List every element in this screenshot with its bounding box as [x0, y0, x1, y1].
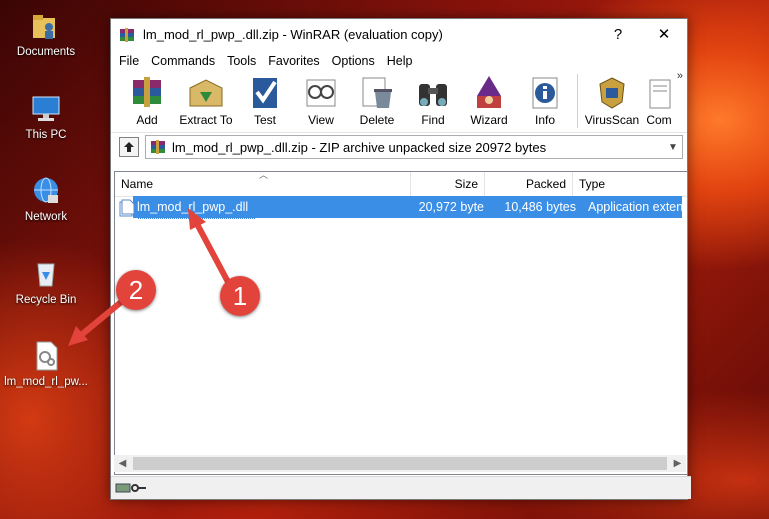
menu-tools[interactable]: Tools — [221, 50, 262, 72]
virusscan-icon — [592, 74, 632, 112]
menu-options[interactable]: Options — [326, 50, 381, 72]
view-icon — [301, 74, 341, 112]
find-button[interactable]: Find — [405, 72, 461, 127]
desktop-icon-this-pc[interactable]: This PC — [6, 93, 86, 141]
column-header-row: Name Size Packed Type — [115, 172, 687, 197]
file-name-label: lm_mod_rl_pwp_.dll — [137, 200, 249, 214]
up-one-level-button[interactable] — [119, 137, 139, 157]
extract-to-button[interactable]: Extract To — [175, 72, 237, 127]
menu-favorites[interactable]: Favorites — [262, 50, 325, 72]
desktop-icon-label: This PC — [25, 129, 67, 141]
toolbar-separator — [577, 74, 578, 128]
status-bar — [111, 476, 691, 499]
file-type-cell: Application extens — [588, 200, 682, 214]
delete-icon — [357, 74, 397, 112]
tool-label: Test — [253, 113, 276, 127]
tool-label: VirusScan — [584, 113, 640, 127]
menu-commands[interactable]: Commands — [145, 50, 221, 72]
drive-key-icon — [115, 483, 146, 493]
desktop-icon-label: Network — [24, 211, 68, 223]
recycle-bin-icon — [30, 258, 62, 290]
network-globe-icon — [30, 175, 62, 207]
help-button[interactable]: ? — [595, 19, 641, 50]
tool-label: Find — [421, 113, 445, 127]
desktop-icon-recycle-bin[interactable]: Recycle Bin — [6, 258, 86, 306]
test-button[interactable]: Test — [237, 72, 293, 127]
scroll-left-icon[interactable]: ◀ — [114, 458, 131, 469]
toolbar-overflow-chevron-icon[interactable]: » — [677, 70, 683, 82]
file-packed-cell: 10,486 bytes — [504, 200, 576, 214]
desktop-icon-dll-file[interactable]: lm_mod_rl_pw... — [2, 340, 90, 388]
file-size-cell: 20,972 byte — [418, 200, 484, 214]
add-button[interactable]: Add — [119, 72, 175, 127]
menu-help[interactable]: Help — [381, 50, 419, 72]
dll-file-icon — [121, 199, 135, 215]
computer-icon — [30, 93, 62, 125]
wizard-button[interactable]: Wizard — [461, 72, 517, 127]
documents-folder-icon — [30, 10, 62, 42]
view-button[interactable]: View — [293, 72, 349, 127]
desktop-icon-label: lm_mod_rl_pw... — [4, 376, 88, 388]
menu-bar: File Commands Tools Favorites Options He… — [111, 50, 687, 72]
tool-label: Extract To — [179, 113, 233, 127]
column-header-size[interactable]: Size — [411, 172, 485, 196]
step-1-badge: 1 — [220, 276, 260, 316]
tool-label: View — [308, 113, 334, 127]
column-header-packed[interactable]: Packed — [485, 172, 573, 196]
winrar-app-icon — [119, 27, 135, 43]
address-bar: lm_mod_rl_pwp_.dll.zip - ZIP archive unp… — [111, 132, 687, 161]
step-2-badge: 2 — [116, 270, 156, 310]
delete-button[interactable]: Delete — [349, 72, 405, 127]
tool-label: Delete — [359, 113, 395, 127]
scroll-right-icon[interactable]: ▶ — [669, 458, 686, 469]
tool-label: Com — [646, 113, 672, 127]
desktop-icon-label: Recycle Bin — [15, 294, 77, 306]
tool-label: Add — [136, 113, 158, 127]
desktop-icon-label: Documents — [16, 46, 76, 58]
find-binoculars-icon — [413, 74, 453, 112]
info-icon — [525, 74, 565, 112]
file-row-selection[interactable]: 20,972 byte 10,486 bytes Application ext… — [410, 196, 682, 218]
archive-path-combobox[interactable]: lm_mod_rl_pwp_.dll.zip - ZIP archive unp… — [145, 135, 683, 159]
winrar-window: lm_mod_rl_pwp_.dll.zip - WinRAR (evaluat… — [110, 18, 691, 500]
up-arrow-icon — [124, 142, 134, 152]
wizard-icon — [469, 74, 509, 112]
close-button[interactable]: ✕ — [641, 19, 687, 50]
tool-label: Wizard — [470, 113, 508, 127]
comment-button[interactable]: Com — [642, 72, 676, 127]
window-title: lm_mod_rl_pwp_.dll.zip - WinRAR (evaluat… — [143, 27, 443, 42]
virusscan-button[interactable]: VirusScan — [582, 72, 642, 127]
toolbar: Add Extract To Test View Delete Find Wiz… — [111, 70, 687, 132]
comment-icon — [644, 74, 674, 112]
column-header-type[interactable]: Type — [573, 172, 687, 196]
extract-to-icon — [186, 74, 226, 112]
menu-file[interactable]: File — [113, 50, 145, 72]
chevron-down-icon[interactable]: ▼ — [664, 142, 682, 153]
desktop-icon-network[interactable]: Network — [6, 175, 86, 223]
scrollbar-thumb[interactable] — [133, 457, 667, 470]
sort-indicator-icon: ︿ — [259, 171, 269, 180]
archive-path-text: lm_mod_rl_pwp_.dll.zip - ZIP archive unp… — [172, 139, 547, 155]
add-archive-icon — [127, 74, 167, 112]
desktop-icon-documents[interactable]: Documents — [6, 10, 86, 58]
archive-icon — [150, 139, 166, 155]
test-icon — [245, 74, 285, 112]
info-button[interactable]: Info — [517, 72, 573, 127]
dll-file-gear-icon — [30, 340, 62, 372]
tool-label: Info — [534, 113, 555, 127]
horizontal-scrollbar[interactable]: ◀ ▶ — [114, 455, 686, 472]
title-bar[interactable]: lm_mod_rl_pwp_.dll.zip - WinRAR (evaluat… — [111, 19, 687, 50]
